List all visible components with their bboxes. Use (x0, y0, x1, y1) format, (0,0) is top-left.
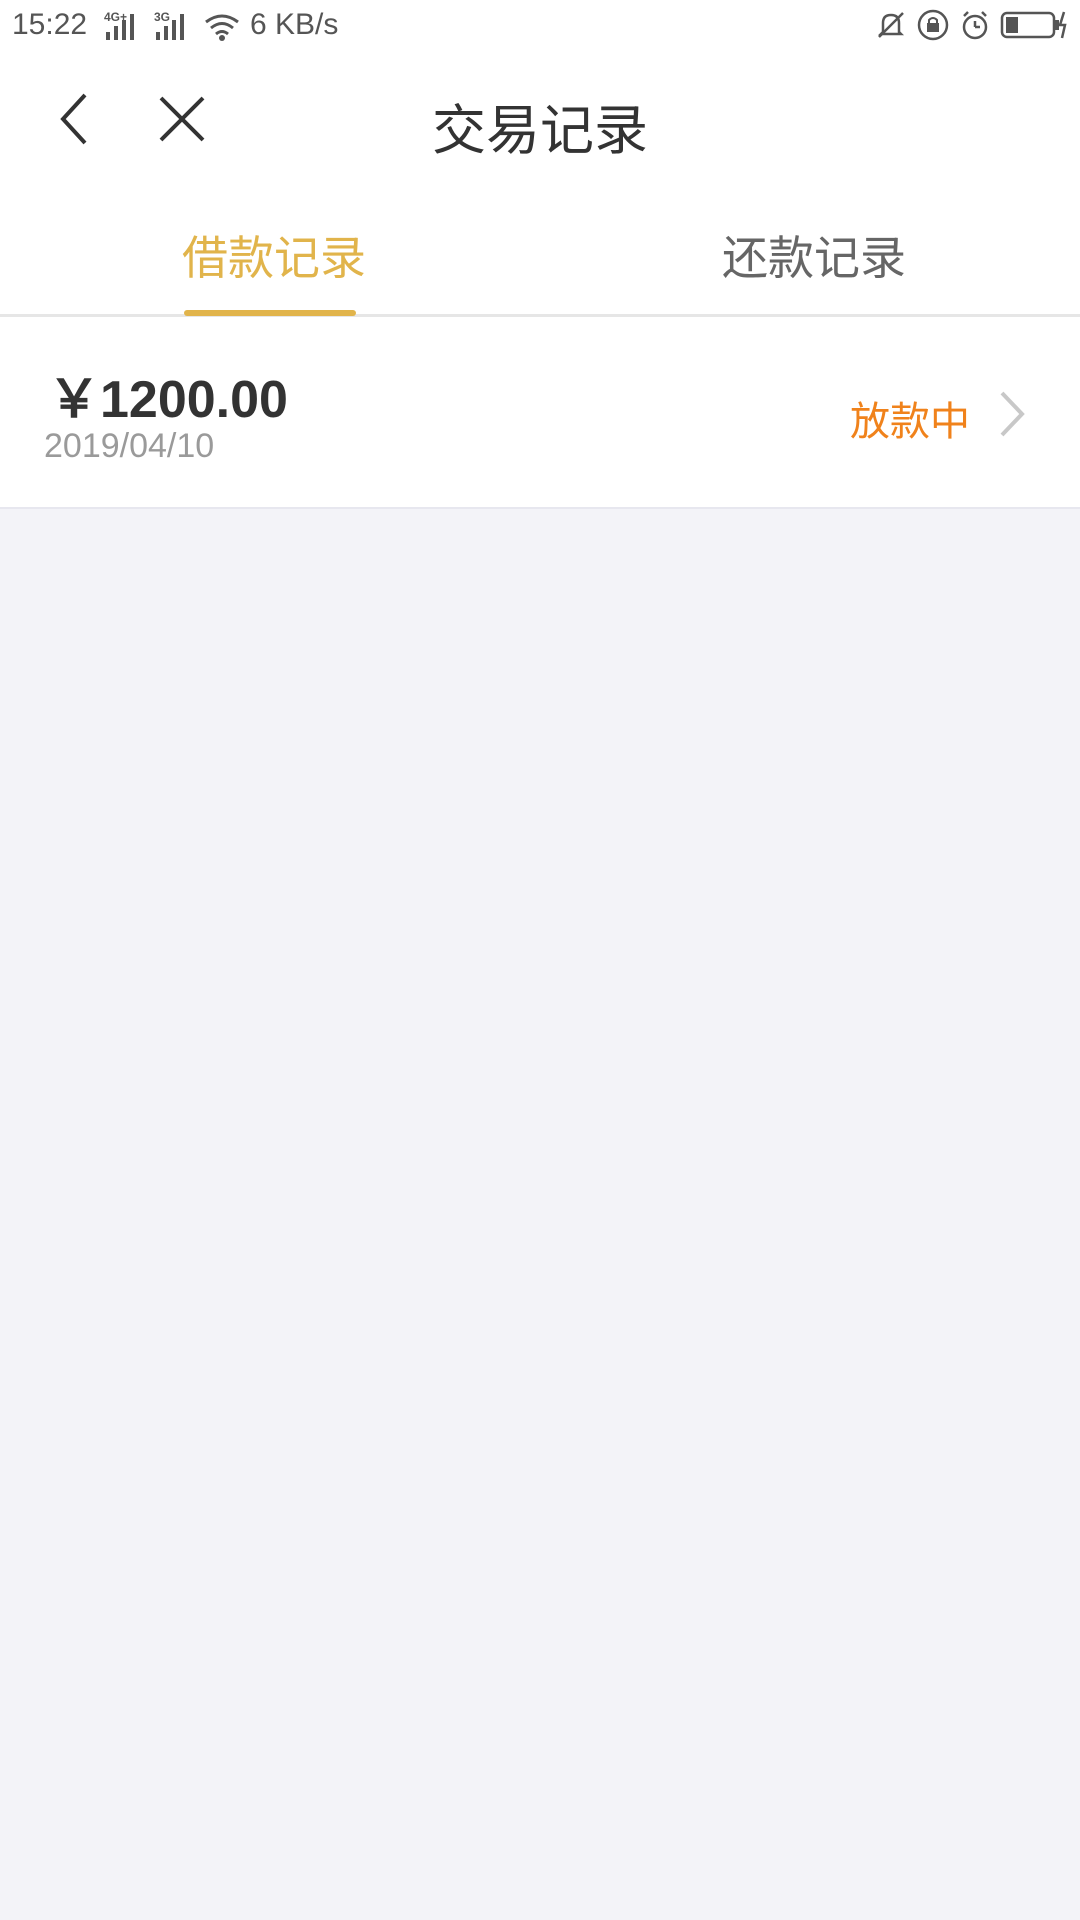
record-date: 2019/04/10 (44, 427, 215, 465)
tab-active-indicator (184, 310, 356, 316)
tab-repayment-records[interactable]: 还款记录 (722, 222, 906, 288)
status-time: 15:22 (12, 8, 88, 41)
list-item[interactable]: ￥1200.00 2019/04/10 放款中 (0, 317, 1080, 509)
chevron-right-icon (1000, 391, 1025, 437)
tab-loan-records[interactable]: 借款记录 (182, 222, 366, 288)
status-right-icons (874, 8, 1070, 46)
alarm-icon (958, 8, 992, 46)
signal-3g-icon: 3G (154, 10, 194, 48)
tab-bar: 借款记录 还款记录 (0, 184, 1080, 317)
wifi-icon (202, 12, 242, 46)
bell-muted-icon (874, 8, 908, 46)
record-amount: ￥1200.00 (48, 371, 288, 429)
status-bar: 15:22 4G+ 3G 6 KB/s (0, 0, 1080, 54)
battery-charging-icon (1000, 8, 1070, 46)
page-title: 交易记录 (432, 99, 648, 162)
record-list: ￥1200.00 2019/04/10 放款中 (0, 317, 1080, 509)
header-bar: 交易记录 (0, 54, 1080, 184)
signal-4g-icon: 4G+ (104, 10, 144, 48)
record-status: 放款中 (850, 399, 970, 445)
rotation-lock-icon (916, 8, 950, 46)
signal-4g-label: 4G+ (104, 10, 128, 24)
net-speed: 6 KB/s (250, 8, 339, 41)
signal-3g-label: 3G (154, 10, 171, 24)
